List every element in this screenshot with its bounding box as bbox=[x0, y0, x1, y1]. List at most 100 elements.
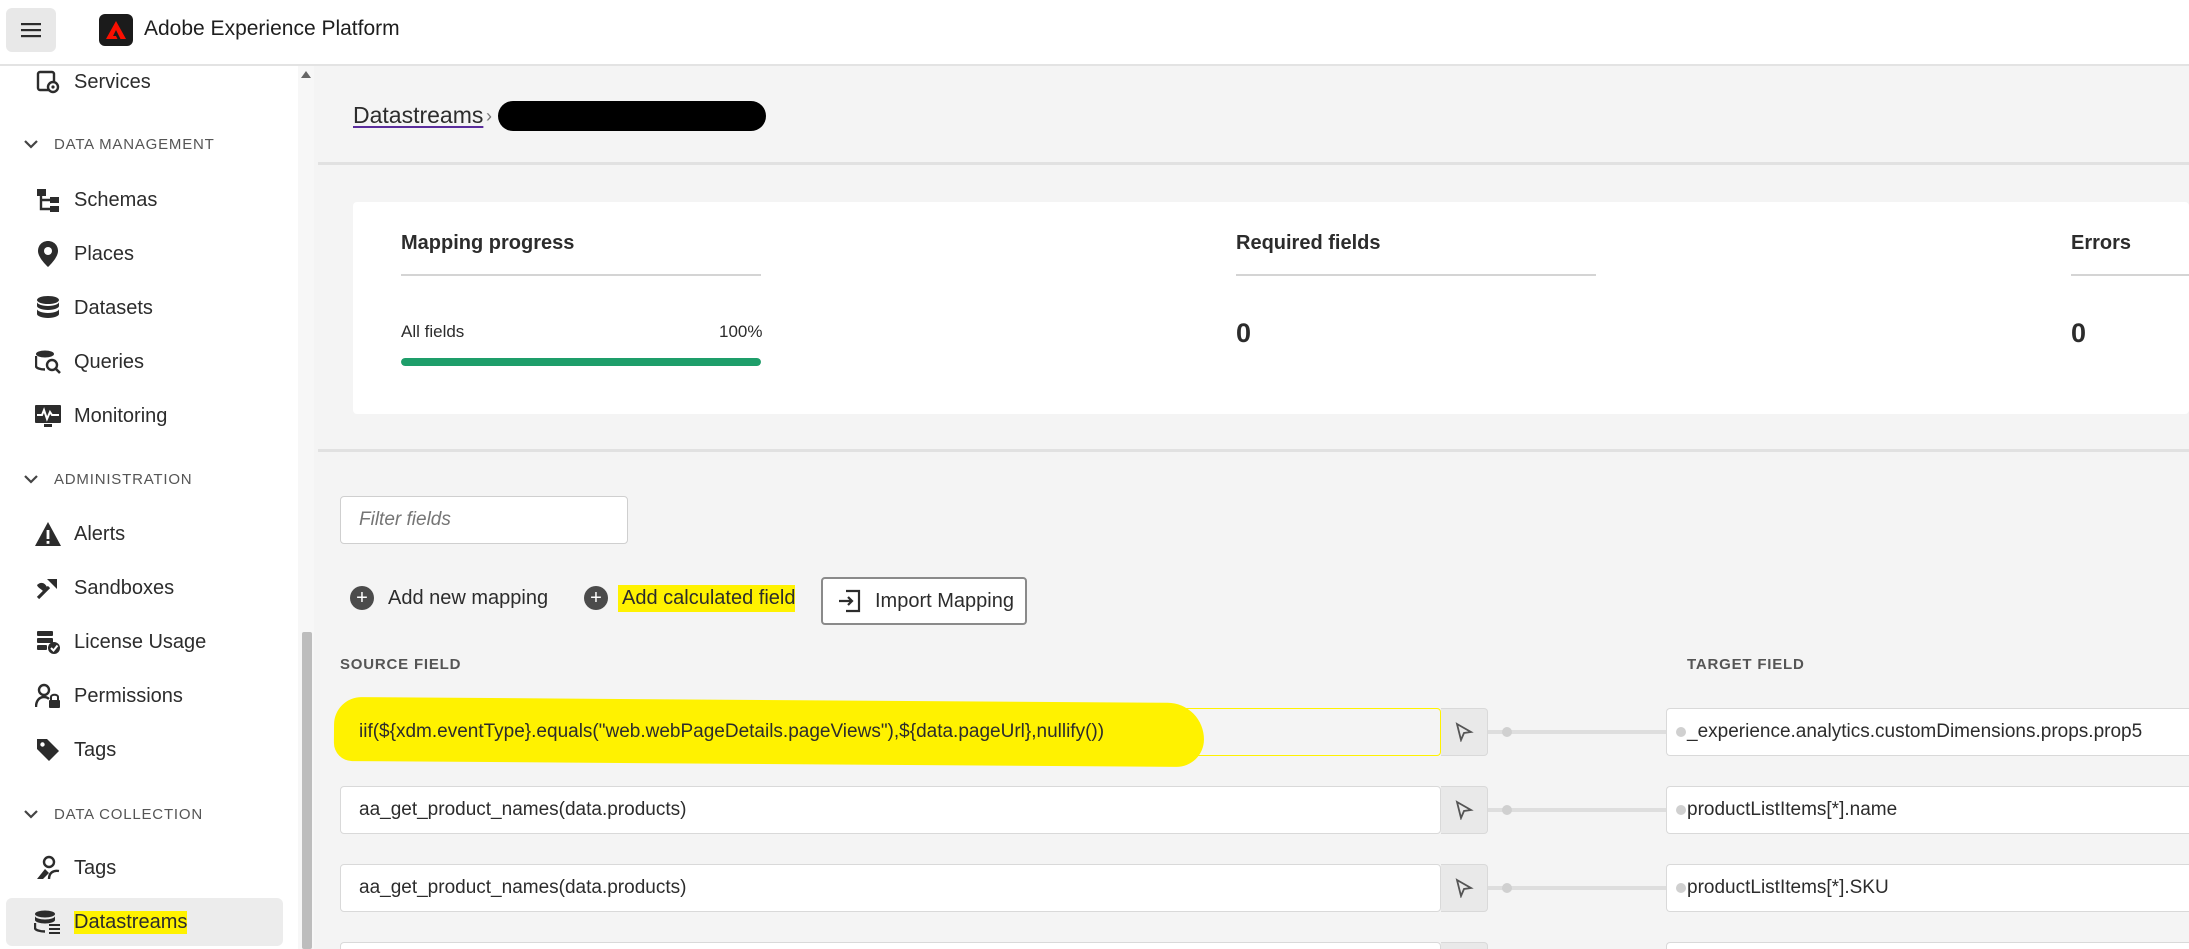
sidebar-item-services[interactable]: Services bbox=[0, 66, 283, 106]
monitoring-icon bbox=[33, 401, 63, 431]
section-label: ADMINISTRATION bbox=[54, 470, 193, 488]
connector-dot bbox=[1676, 883, 1686, 893]
mapping-connector bbox=[1488, 886, 1690, 890]
target-field-value: _experience.analytics.customDimensions.p… bbox=[1687, 721, 2143, 742]
sidebar-item-queries[interactable]: Queries bbox=[0, 338, 283, 386]
mapping-row: aa_get_product_names(data.products) prod… bbox=[340, 786, 2189, 834]
import-icon bbox=[839, 589, 861, 613]
sidebar-item-label: Permissions bbox=[74, 684, 183, 707]
plus-circle-icon: + bbox=[584, 586, 608, 610]
errors-title: Errors bbox=[2071, 232, 2132, 254]
connector-dot bbox=[1502, 883, 1512, 893]
add-new-mapping-button[interactable]: + Add new mapping bbox=[350, 576, 548, 620]
target-field-input[interactable]: productListItems[*].SKU bbox=[1666, 864, 2189, 912]
breadcrumb-datastreams-link[interactable]: Datastreams bbox=[353, 102, 483, 129]
mapping-progress-title: Mapping progress bbox=[401, 232, 575, 254]
sidebar-item-monitoring[interactable]: Monitoring bbox=[0, 392, 283, 440]
app-title: Adobe Experience Platform bbox=[144, 17, 400, 40]
sidebar-item-label: Datastreams bbox=[74, 910, 188, 934]
mapping-connector bbox=[1488, 730, 1690, 734]
divider bbox=[2071, 274, 2189, 276]
divider bbox=[401, 274, 761, 276]
source-field-value: iif(${xdm.eventType}.equals("web.webPage… bbox=[359, 721, 1105, 742]
source-field-input[interactable]: iif(${xdm.eventType}.equals("web.webPage… bbox=[340, 708, 1441, 756]
divider bbox=[318, 449, 2189, 452]
pointer-arrow-icon bbox=[1455, 722, 1474, 742]
sidebar-item-schemas[interactable]: Schemas bbox=[0, 176, 283, 224]
source-field-input[interactable]: aa_get_product_names(data.products) bbox=[340, 786, 1441, 834]
redacted-datastream-name bbox=[498, 101, 766, 131]
top-bar: Adobe Experience Platform bbox=[0, 0, 2189, 66]
connector-dot bbox=[1676, 805, 1686, 815]
target-field-input[interactable]: _experience.analytics.customDimensions.p… bbox=[1666, 708, 2189, 756]
sidebar-item-tags-admin[interactable]: Tags bbox=[0, 726, 283, 774]
mapping-row-partial bbox=[340, 942, 2189, 949]
sidebar-item-sandboxes[interactable]: Sandboxes bbox=[0, 564, 283, 612]
sidebar-item-alerts[interactable]: Alerts bbox=[0, 510, 283, 558]
filter-fields-input[interactable] bbox=[340, 496, 628, 544]
section-data-management[interactable]: DATA MANAGEMENT bbox=[0, 126, 283, 162]
pointer-arrow-icon bbox=[1455, 800, 1474, 820]
adobe-logo[interactable] bbox=[99, 14, 133, 46]
mapping-summary-card: Mapping progress All fields 100% Require… bbox=[353, 202, 2189, 414]
menu-icon bbox=[21, 23, 41, 38]
sidebar-item-label: Tags bbox=[74, 856, 117, 879]
sidebar-item-tags-collection[interactable]: Tags bbox=[0, 844, 283, 892]
target-field-value: productListItems[*].SKU bbox=[1687, 877, 1889, 898]
target-field-value: productListItems[*].name bbox=[1687, 799, 1898, 820]
services-gear-icon bbox=[33, 67, 63, 97]
select-source-button[interactable] bbox=[1441, 708, 1488, 756]
import-mapping-label: Import Mapping bbox=[875, 589, 1014, 612]
schema-icon bbox=[33, 185, 63, 215]
sidebar-item-permissions[interactable]: Permissions bbox=[0, 672, 283, 720]
map-pin-icon bbox=[33, 239, 63, 269]
add-calculated-field-label: Add calculated field bbox=[618, 584, 796, 612]
target-field-input[interactable] bbox=[1666, 942, 2189, 949]
section-administration[interactable]: ADMINISTRATION bbox=[0, 461, 283, 497]
add-calculated-field-button[interactable]: + Add calculated field bbox=[584, 576, 796, 620]
scroll-up-arrow-icon[interactable] bbox=[301, 71, 311, 78]
sidebar-item-datasets[interactable]: Datasets bbox=[0, 284, 283, 332]
plus-circle-icon: + bbox=[350, 586, 374, 610]
section-label: DATA MANAGEMENT bbox=[54, 135, 215, 153]
divider bbox=[1236, 274, 1596, 276]
mapping-row: iif(${xdm.eventType}.equals("web.webPage… bbox=[333, 696, 2189, 768]
permissions-icon bbox=[33, 681, 63, 711]
source-field-input[interactable]: aa_get_product_names(data.products) bbox=[340, 864, 1441, 912]
section-label: DATA COLLECTION bbox=[54, 805, 203, 823]
chevron-down-icon bbox=[24, 475, 38, 484]
source-field-value: aa_get_product_names(data.products) bbox=[359, 877, 687, 898]
sidebar-item-places[interactable]: Places bbox=[0, 230, 283, 278]
tags-icon bbox=[33, 853, 63, 883]
mapping-row: aa_get_product_names(data.products) prod… bbox=[340, 864, 2189, 912]
sidebar-scrollbar-thumb[interactable] bbox=[302, 632, 312, 949]
sidebar-item-label: Datasets bbox=[74, 296, 153, 319]
sidebar-item-label: Places bbox=[74, 242, 135, 265]
hamburger-menu-button[interactable] bbox=[6, 8, 56, 52]
sidebar-item-license-usage[interactable]: License Usage bbox=[0, 618, 283, 666]
sidebar-item-label: Alerts bbox=[74, 522, 126, 545]
errors-count: 0 bbox=[2071, 318, 2087, 348]
import-mapping-button[interactable]: Import Mapping bbox=[821, 577, 1027, 625]
source-field-input[interactable] bbox=[340, 942, 1441, 949]
select-source-button[interactable] bbox=[1441, 786, 1488, 834]
query-icon bbox=[33, 347, 63, 377]
sidebar-item-label: Services bbox=[74, 70, 151, 93]
main-content: Datastreams › Mapping progress All field… bbox=[318, 66, 2189, 949]
select-source-button[interactable] bbox=[1441, 864, 1488, 912]
section-data-collection[interactable]: DATA COLLECTION bbox=[0, 796, 283, 832]
chevron-down-icon bbox=[24, 810, 38, 819]
connector-dot bbox=[1676, 727, 1686, 737]
sidebar-item-datastreams[interactable]: Datastreams bbox=[6, 898, 283, 946]
progress-bar bbox=[401, 358, 761, 366]
mapping-connector bbox=[1488, 808, 1690, 812]
required-fields-title: Required fields bbox=[1236, 232, 1381, 254]
target-field-input[interactable]: productListItems[*].name bbox=[1666, 786, 2189, 834]
sidebar-item-label: Tags bbox=[74, 738, 117, 761]
progress-percent: 100% bbox=[719, 322, 763, 341]
chevron-down-icon bbox=[24, 140, 38, 149]
select-source-button[interactable] bbox=[1441, 942, 1488, 949]
divider bbox=[318, 162, 2189, 165]
sidebar-item-label: License Usage bbox=[74, 630, 207, 653]
target-field-header: TARGET FIELD bbox=[1687, 656, 1805, 673]
